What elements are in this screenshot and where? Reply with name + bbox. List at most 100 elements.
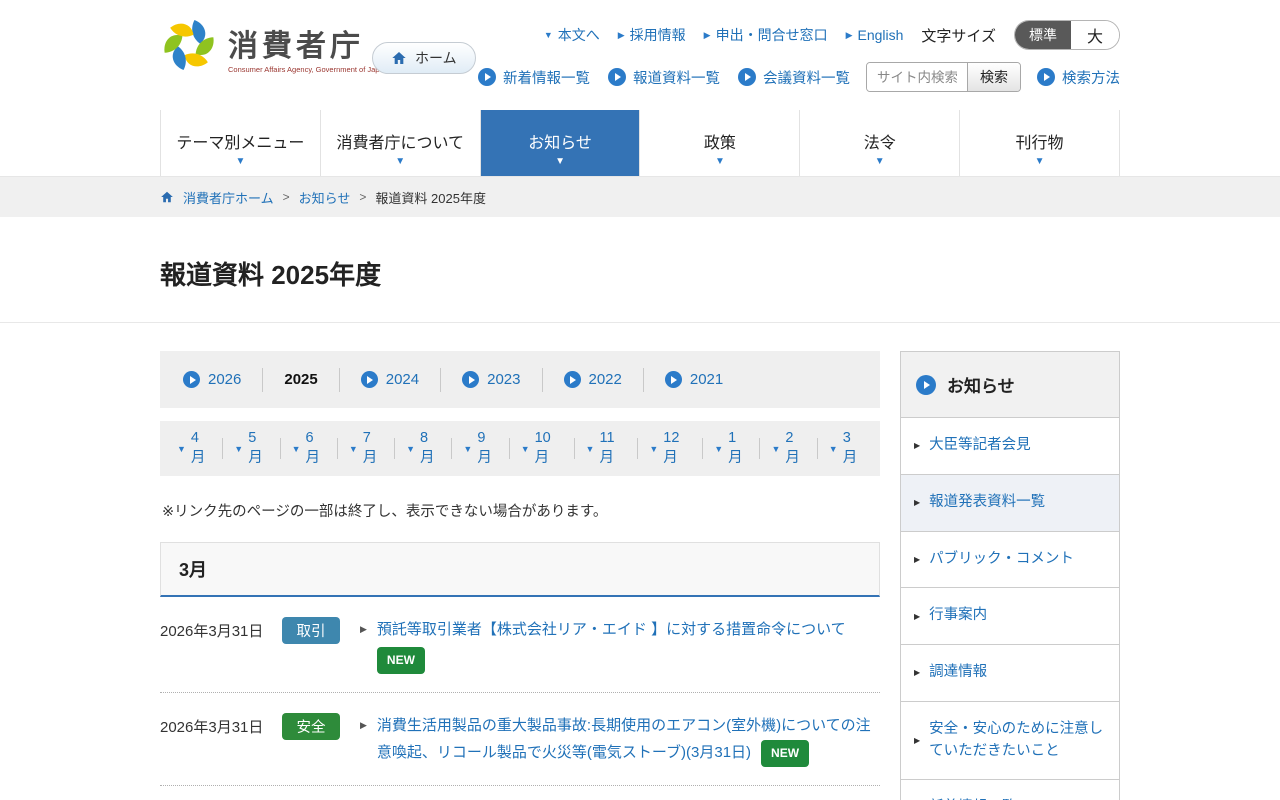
month-link-8月[interactable]: ▼8月	[395, 438, 452, 459]
sidebar-item-5[interactable]: ▶安全・安心のために注意していただきたいこと	[901, 702, 1119, 781]
nav-item-2[interactable]: お知らせ▼	[481, 110, 641, 176]
year-link-2026[interactable]: 2026	[183, 371, 241, 388]
news-date: 2026年3月31日	[160, 713, 278, 766]
month-link-label: 7月	[363, 430, 383, 467]
logo-subtitle: Consumer Affairs Agency, Government of J…	[228, 65, 388, 74]
sidebar-item-label[interactable]: パブリック・コメント	[929, 549, 1074, 571]
play-triangle-icon	[485, 73, 491, 81]
header-link-0[interactable]: ▼ 本文へ	[544, 25, 600, 45]
category-badge: 安全	[282, 713, 340, 740]
header-link-1[interactable]: ▶採用情報	[618, 25, 686, 45]
circle-arrow-icon	[462, 371, 479, 388]
chevron-down-icon: ▼	[544, 30, 553, 40]
sidebar-item-label[interactable]: 行事案内	[929, 605, 987, 627]
header-link-3[interactable]: ▶English	[846, 27, 904, 43]
quick-link-label: 会議資料一覧	[763, 67, 850, 88]
sidebar-item-0[interactable]: ▶大臣等記者会見	[901, 418, 1119, 475]
breadcrumb-link-1[interactable]: お知らせ	[299, 188, 351, 207]
month-link-9月[interactable]: ▼9月	[452, 438, 509, 459]
year-item: 2022	[543, 368, 644, 392]
nav-item-5[interactable]: 刊行物▼	[960, 110, 1120, 176]
month-link-7月[interactable]: ▼7月	[338, 438, 395, 459]
sidebar-item-label[interactable]: 大臣等記者会見	[929, 435, 1031, 457]
month-link-4月[interactable]: ▼4月	[166, 438, 223, 459]
month-link-6月[interactable]: ▼6月	[281, 438, 338, 459]
breadcrumb-strip: 消費者庁ホーム>お知らせ>報道資料 2025年度	[0, 176, 1280, 217]
year-link-2024[interactable]: 2024	[361, 371, 419, 388]
year-link-2022[interactable]: 2022	[564, 371, 622, 388]
news-row: 2026年3月31日制度▶第7回現代社会における消費者取引の在り方を踏まえた消費…	[160, 786, 880, 800]
nav-item-label: 消費者庁について	[336, 135, 464, 152]
year-link-label: 2021	[690, 371, 723, 388]
year-current: 2025	[284, 371, 317, 388]
sidebar-item-1[interactable]: ▶報道発表資料一覧	[901, 475, 1119, 532]
agency-logo[interactable]: 消費者庁 Consumer Affairs Agency, Government…	[160, 16, 388, 74]
month-link-label: 9月	[477, 430, 497, 467]
arrow-right-icon: ▶	[914, 668, 920, 677]
search-input[interactable]	[867, 63, 967, 91]
link-note: ※リンク先のページの一部は終了し、表示できない場合があります。	[162, 500, 878, 521]
year-link-label: 2024	[386, 371, 419, 388]
month-links: ▼4月▼5月▼6月▼7月▼8月▼9月▼10月▼11月▼12月▼1月▼2月▼3月	[160, 421, 880, 476]
news-list: 2026年3月31日取引▶預託等取引業者【株式会社リア・エイド 】に対する措置命…	[160, 597, 880, 800]
new-badge: NEW	[761, 740, 809, 767]
circle-arrow-icon	[916, 375, 936, 395]
global-nav: テーマ別メニュー▼消費者庁について▼お知らせ▼政策▼法令▼刊行物▼	[160, 103, 1120, 176]
header-link-2[interactable]: ▶申出・問合せ窓口	[704, 25, 828, 45]
month-link-3月[interactable]: ▼3月	[818, 438, 874, 459]
quick-link-0[interactable]: 新着情報一覧	[478, 67, 590, 88]
news-date: 2026年3月31日	[160, 617, 278, 674]
header-link-label: 本文へ	[558, 25, 600, 45]
sidebar-item-6[interactable]: ▶新着情報一覧	[901, 780, 1119, 800]
font-size-label: 文字サイズ	[921, 25, 996, 46]
font-size-large-button[interactable]: 大	[1071, 21, 1119, 49]
sidebar-item-label[interactable]: 安全・安心のために注意していただきたいこと	[929, 719, 1106, 763]
chevron-down-icon: ▼	[640, 156, 799, 167]
year-link-2023[interactable]: 2023	[462, 371, 520, 388]
sidebar-header: お知らせ	[901, 352, 1119, 418]
sidebar-item-label[interactable]: 調達情報	[929, 662, 987, 684]
search-button[interactable]: 検索	[967, 63, 1020, 91]
year-link-2021[interactable]: 2021	[665, 371, 723, 388]
breadcrumb-link-0[interactable]: 消費者庁ホーム	[183, 188, 274, 207]
month-link-5月[interactable]: ▼5月	[223, 438, 280, 459]
month-link-label: 1月	[728, 430, 748, 467]
chevron-down-icon: ▼	[714, 444, 723, 454]
circle-arrow-icon	[361, 371, 378, 388]
search-help-link[interactable]: 検索方法	[1037, 67, 1120, 88]
month-link-1月[interactable]: ▼1月	[703, 438, 760, 459]
month-link-2月[interactable]: ▼2月	[760, 438, 817, 459]
quick-link-1[interactable]: 報道資料一覧	[608, 67, 720, 88]
sidebar-item-4[interactable]: ▶ 調達情報	[901, 645, 1119, 702]
title-section: 報道資料 2025年度	[0, 217, 1280, 323]
circle-arrow-icon	[738, 68, 756, 86]
news-text-block: 預託等取引業者【株式会社リア・エイド 】に対する措置命令についてNEW	[377, 617, 880, 674]
circle-arrow-icon	[478, 68, 496, 86]
circle-arrow-icon	[665, 371, 682, 388]
month-link-label: 2月	[785, 430, 805, 467]
sidebar-item-3[interactable]: ▶行事案内	[901, 588, 1119, 645]
month-link-12月[interactable]: ▼12月	[638, 438, 703, 459]
month-link-11月[interactable]: ▼11月	[575, 438, 639, 459]
chevron-down-icon: ▼	[960, 156, 1119, 167]
quick-link-2[interactable]: 会議資料一覧	[738, 67, 850, 88]
month-link-10月[interactable]: ▼10月	[510, 438, 575, 459]
year-link-label: 2023	[487, 371, 520, 388]
font-size-standard-button[interactable]: 標準	[1015, 21, 1071, 49]
year-link-label: 2022	[589, 371, 622, 388]
news-link[interactable]: 預託等取引業者【株式会社リア・エイド 】に対する措置命令について	[377, 621, 846, 638]
home-button[interactable]: ホーム	[372, 42, 476, 74]
chevron-down-icon: ▼	[321, 156, 480, 167]
quick-link-label: 新着情報一覧	[503, 67, 590, 88]
chevron-down-icon: ▼	[800, 156, 959, 167]
month-section-header: 3月	[160, 542, 880, 597]
logo-pinwheel-icon	[160, 16, 218, 74]
circle-arrow-icon	[564, 371, 581, 388]
nav-item-1[interactable]: 消費者庁について ▼	[321, 110, 481, 176]
sidebar-item-2[interactable]: ▶パブリック・コメント	[901, 532, 1119, 589]
nav-item-0[interactable]: テーマ別メニュー▼	[160, 110, 321, 176]
sidebar-item-label[interactable]: 報道発表資料一覧	[929, 492, 1045, 514]
nav-item-4[interactable]: 法令▼	[800, 110, 960, 176]
nav-item-3[interactable]: 政策▼	[640, 110, 800, 176]
play-triangle-icon	[570, 376, 576, 384]
